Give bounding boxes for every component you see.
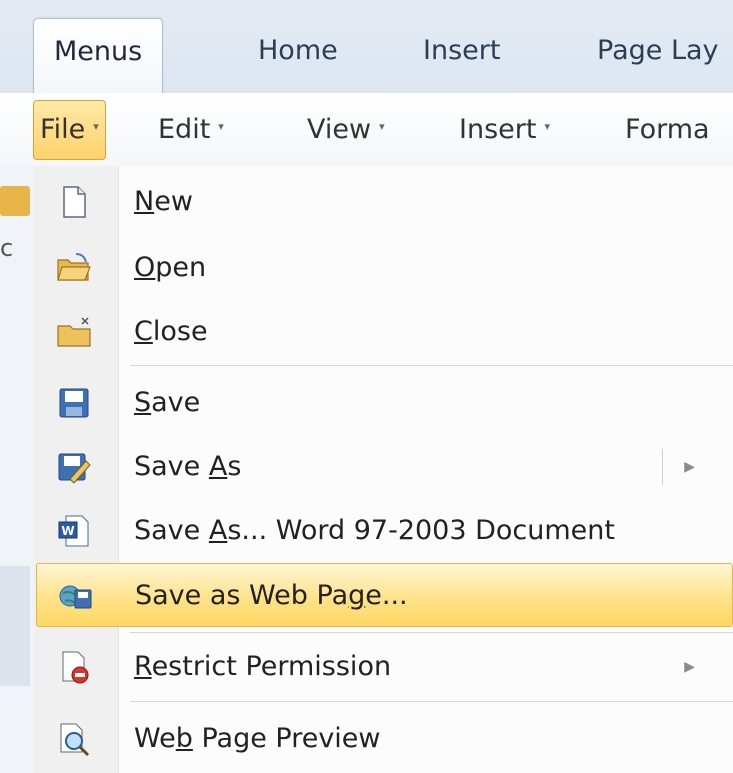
menu-item-save[interactable]: Save (34, 371, 733, 435)
chevron-down-icon: ▾ (544, 119, 550, 133)
menu-item-label: Restrict Permission (134, 651, 392, 682)
menu-item-label: Save As... Word 97-2003 Document (134, 515, 615, 546)
menu-item-save-as-web-page[interactable]: Save as Web Page... (36, 563, 733, 627)
menu-item-save-as-word-97-2003[interactable]: W Save As... Word 97-2003 Document (34, 499, 733, 563)
tab-insert[interactable]: Insert (423, 18, 500, 84)
menu-format[interactable]: Forma (625, 101, 710, 159)
tab-menus[interactable]: Menus (33, 18, 164, 95)
menu-edit-label: Edit (158, 114, 211, 145)
tab-page-layout[interactable]: Page Lay (597, 18, 719, 84)
web-page-icon (57, 578, 93, 614)
menu-item-label: New (134, 186, 193, 217)
accelerator-key: N (134, 186, 155, 217)
accelerator-key: A (208, 515, 228, 546)
new-document-icon (56, 184, 92, 220)
chevron-down-icon: ▾ (93, 119, 99, 133)
accelerator-key: R (134, 651, 152, 682)
menu-item-restrict-permission[interactable]: Restrict Permission ▶ (34, 635, 733, 699)
menu-item-label: Open (134, 252, 207, 283)
close-folder-icon (56, 314, 92, 350)
save-as-icon (56, 449, 92, 485)
accelerator-key: b (175, 723, 193, 754)
chevron-down-icon: ▾ (218, 119, 224, 133)
word-document-icon: W (56, 513, 92, 549)
submenu-divider (662, 449, 663, 485)
accelerator-key: S (134, 387, 152, 418)
chevron-down-icon: ▾ (379, 119, 385, 133)
menu-edit[interactable]: Edit ▾ (158, 101, 224, 159)
file-dropdown-menu: New Open Close Save Save As ▶ W Save As.… (34, 166, 733, 773)
save-disk-icon (56, 385, 92, 421)
accelerator-key: g (348, 580, 366, 611)
classic-menu-bar: File ▾ Edit ▾ View ▾ Insert ▾ Forma (0, 93, 733, 167)
menu-file[interactable]: File ▾ (33, 100, 106, 160)
menu-item-new[interactable]: New (34, 170, 733, 234)
accelerator-key: C (134, 316, 153, 347)
open-folder-icon (56, 250, 92, 286)
menu-view-label: View (307, 114, 372, 145)
menu-format-label: Forma (625, 114, 710, 145)
menu-item-close[interactable]: Close (34, 300, 733, 364)
menu-separator (130, 701, 733, 702)
menu-item-web-page-preview[interactable]: Web Page Preview (34, 707, 733, 771)
ribbon-tab-strip: Menus Home Insert Page Lay (0, 0, 733, 95)
restrict-permission-icon (56, 649, 92, 685)
menu-item-label: Close (134, 316, 208, 347)
tab-home[interactable]: Home (258, 18, 338, 84)
submenu-arrow-icon[interactable]: ▶ (684, 435, 695, 499)
accelerator-key: O (134, 252, 156, 283)
menu-separator (130, 365, 733, 366)
menu-insert[interactable]: Insert ▾ (459, 101, 550, 159)
menu-file-label: File (40, 114, 86, 145)
menu-item-label: Web Page Preview (134, 723, 381, 754)
partial-toolbar-text: c (0, 234, 14, 262)
accelerator-key: A (208, 451, 228, 482)
svg-text:W: W (61, 524, 74, 538)
folder-icon (0, 186, 30, 216)
submenu-arrow-icon[interactable]: ▶ (684, 635, 695, 699)
menu-item-open[interactable]: Open (34, 236, 733, 300)
menu-view[interactable]: View ▾ (307, 101, 385, 159)
menu-item-label: Save As (134, 451, 242, 482)
menu-item-save-as[interactable]: Save As ▶ (34, 435, 733, 499)
menu-item-label: Save as Web Page... (135, 580, 408, 611)
toolbar-panel-fragment (0, 566, 30, 686)
menu-item-label: Save (134, 387, 201, 418)
menu-insert-label: Insert (459, 114, 537, 145)
menu-separator (130, 632, 733, 633)
web-preview-icon (56, 721, 92, 757)
toolbar-edge-behind-menu: c (0, 166, 35, 773)
